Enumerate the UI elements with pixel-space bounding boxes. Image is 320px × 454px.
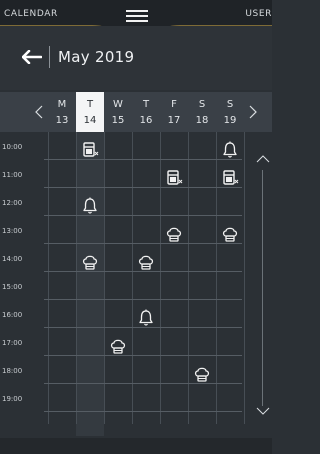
today-column-shade: [76, 132, 104, 436]
week-day-strip: M 13 T 14 W 15 T 16 F 17 S 18 S 19: [0, 92, 272, 132]
bell-icon[interactable]: [137, 309, 155, 327]
grid-row-line: [44, 215, 242, 216]
chevron-down-icon[interactable]: [256, 406, 270, 416]
grid-row-line: [44, 243, 242, 244]
day-header-0[interactable]: M 13: [48, 92, 76, 132]
bell-icon[interactable]: [221, 141, 239, 159]
page-title: May 2019: [58, 48, 135, 66]
day-name: F: [171, 99, 177, 110]
grid-row-line: [44, 383, 242, 384]
user-nav-label[interactable]: USER: [245, 9, 272, 19]
time-label: 10:00: [2, 143, 23, 151]
time-label: 18:00: [2, 367, 23, 375]
day-name: S: [198, 99, 206, 110]
hamburger-icon[interactable]: [126, 10, 148, 24]
day-date: 19: [223, 115, 237, 126]
time-label: 12:00: [2, 199, 23, 207]
day-header-5[interactable]: S 18: [188, 92, 216, 132]
calendar-grid: 10:00 11:00 12:00 13:00 14:00 15:00 16:00 17:00…: [0, 132, 272, 438]
day-date: 16: [139, 115, 153, 126]
day-name: T: [86, 99, 94, 110]
chevron-up-icon[interactable]: [256, 154, 270, 164]
day-name: W: [113, 99, 123, 110]
oven-icon[interactable]: [165, 169, 183, 187]
day-date: 18: [195, 115, 209, 126]
grid-column-line: [188, 132, 189, 424]
chef-hat-icon[interactable]: [165, 225, 183, 243]
day-date: 13: [55, 115, 69, 126]
chef-hat-icon[interactable]: [221, 225, 239, 243]
chef-hat-icon[interactable]: [137, 253, 155, 271]
day-date: 14: [83, 115, 97, 126]
grid-row-line: [44, 355, 242, 356]
day-header-6[interactable]: S 19: [216, 92, 244, 132]
grid-column-line: [132, 132, 133, 424]
day-name: T: [142, 99, 150, 110]
grid-row-line: [44, 299, 242, 300]
time-label: 11:00: [2, 171, 23, 179]
time-label: 15:00: [2, 283, 23, 291]
grid-column-line: [244, 132, 245, 424]
day-name: S: [226, 99, 234, 110]
calendar-header: May 2019: [0, 26, 272, 90]
day-date: 17: [167, 115, 181, 126]
day-header-4[interactable]: F 17: [160, 92, 188, 132]
day-date: 15: [111, 115, 125, 126]
bell-icon[interactable]: [81, 197, 99, 215]
scroll-track[interactable]: [262, 170, 263, 406]
grid-row-line: [44, 187, 242, 188]
grid-column-line: [216, 132, 217, 424]
arrow-left-icon[interactable]: [22, 50, 42, 64]
time-label: 19:00: [2, 395, 23, 403]
footer-bar: [0, 438, 272, 454]
time-label: 14:00: [2, 255, 23, 263]
day-header-1[interactable]: T 14: [76, 92, 104, 132]
time-label: 17:00: [2, 339, 23, 347]
chef-hat-icon[interactable]: [109, 337, 127, 355]
grid-row-line: [44, 327, 242, 328]
grid-column-line: [160, 132, 161, 424]
time-label: 13:00: [2, 227, 23, 235]
grid-column-line: [104, 132, 105, 424]
chef-hat-icon[interactable]: [193, 365, 211, 383]
chevron-right-icon[interactable]: [247, 104, 259, 120]
chevron-left-icon[interactable]: [33, 104, 45, 120]
calendar-nav-label[interactable]: CALENDAR: [4, 9, 58, 19]
header-divider: [49, 46, 50, 68]
grid-row-line: [44, 411, 242, 412]
day-name: M: [57, 99, 67, 110]
oven-icon[interactable]: [221, 169, 239, 187]
chef-hat-icon[interactable]: [81, 253, 99, 271]
grid-row-line: [44, 159, 242, 160]
day-header-3[interactable]: T 16: [132, 92, 160, 132]
grid-row-line: [44, 271, 242, 272]
grid-column-line: [76, 132, 77, 424]
grid-column-line: [48, 132, 49, 424]
time-label: 16:00: [2, 311, 23, 319]
oven-icon[interactable]: [81, 141, 99, 159]
day-header-2[interactable]: W 15: [104, 92, 132, 132]
top-bar: CALENDAR USER: [0, 0, 272, 30]
